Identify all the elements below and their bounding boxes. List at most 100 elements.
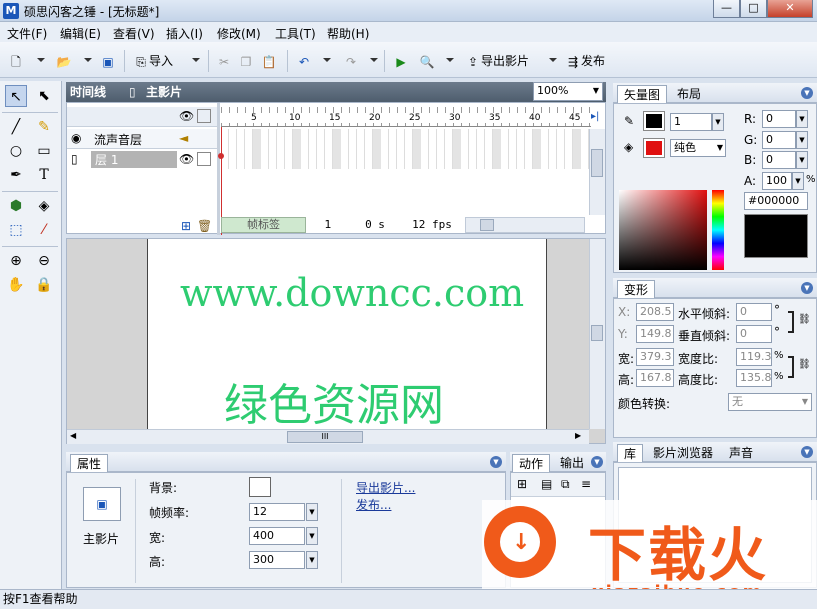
splitter[interactable]: [217, 103, 220, 235]
scroll-right-icon[interactable]: ▶: [575, 431, 581, 440]
stage-canvas[interactable]: www.downcc.com 绿色资源网: [147, 239, 547, 431]
panel-menu-icon[interactable]: ▼: [801, 87, 813, 99]
publish-link[interactable]: 发布...: [356, 496, 391, 513]
debug-icon[interactable]: ⧉: [561, 477, 570, 492]
preview-icon[interactable]: 🔍: [419, 51, 435, 71]
fps-dropdown-icon[interactable]: ▼: [306, 503, 318, 521]
outline-toggle-icon[interactable]: [197, 152, 211, 166]
vskew-input[interactable]: 0: [736, 325, 772, 343]
zoom-select[interactable]: 100% ▼: [533, 82, 603, 101]
frame-label-field[interactable]: 帧标签: [221, 217, 306, 233]
open-folder-icon[interactable]: 📂: [56, 51, 72, 71]
stage-text-title[interactable]: 绿色资源网: [224, 369, 444, 433]
height-ratio-input[interactable]: 135.8: [736, 369, 772, 387]
stage-hscrollbar[interactable]: ◀ III ▶: [67, 429, 589, 444]
g-stepper-icon[interactable]: ▼: [796, 131, 808, 149]
tab-properties[interactable]: 属性: [70, 454, 109, 472]
tab-transform[interactable]: 变形: [617, 280, 656, 298]
play-icon[interactable]: ▶: [393, 51, 409, 71]
pencil-tool-icon[interactable]: ✎: [33, 116, 55, 138]
menu-help[interactable]: 帮助(H): [327, 25, 369, 42]
fill-color-swatch[interactable]: [643, 138, 665, 158]
menu-insert[interactable]: 插入(I): [166, 25, 203, 42]
outline-toggle-icon[interactable]: [197, 109, 211, 123]
line-tool-icon[interactable]: ╱: [5, 116, 27, 138]
copy-icon[interactable]: ❐: [238, 51, 254, 71]
width-input[interactable]: 400: [249, 527, 305, 545]
tab-layout[interactable]: 布局: [671, 85, 707, 103]
g-input[interactable]: 0: [762, 131, 796, 149]
alpha-input[interactable]: 100: [762, 172, 792, 190]
new-dropdown-icon[interactable]: [37, 58, 45, 62]
stroke-width-dropdown-icon[interactable]: ▼: [712, 113, 724, 131]
x-input[interactable]: 208.5: [636, 303, 674, 321]
menu-modify[interactable]: 修改(M): [217, 25, 261, 42]
undo-icon[interactable]: ↶: [296, 51, 312, 71]
stroke-color-swatch[interactable]: [643, 111, 665, 131]
eyedropper-tool-icon[interactable]: ⁄: [33, 219, 55, 241]
panel-menu-icon[interactable]: ▼: [591, 456, 603, 468]
publish-button[interactable]: ⇶ 发布: [565, 51, 605, 71]
zoom-in-icon[interactable]: ⊕: [5, 250, 27, 272]
menu-file[interactable]: 文件(F): [7, 25, 47, 42]
tab-action[interactable]: 动作: [512, 454, 551, 472]
save-icon[interactable]: ▣: [100, 51, 116, 71]
rectangle-tool-icon[interactable]: ▭: [33, 140, 55, 162]
preview-dropdown-icon[interactable]: [446, 58, 454, 62]
fill-type-select[interactable]: 纯色 ▼: [670, 139, 726, 157]
paint-bucket-tool-icon[interactable]: ◈: [33, 195, 55, 217]
scroll-thumb[interactable]: [591, 149, 603, 177]
transform-tool-icon[interactable]: ⬚: [5, 219, 27, 241]
undo-dropdown-icon[interactable]: [323, 58, 331, 62]
layer-row[interactable]: ▯ 层 1 👁: [67, 151, 217, 169]
link-icon[interactable]: ⛓: [798, 314, 811, 325]
tab-output[interactable]: 输出: [554, 454, 590, 472]
hue-slider[interactable]: [712, 190, 724, 270]
color-picker-area[interactable]: [619, 190, 707, 270]
arrow-tool-icon[interactable]: ↖: [5, 85, 27, 107]
scroll-thumb[interactable]: [591, 325, 603, 341]
timeline-menu-icon[interactable]: ▸|: [591, 111, 599, 122]
menu-view[interactable]: 查看(V): [113, 25, 155, 42]
eye-icon[interactable]: 👁: [179, 109, 194, 123]
r-input[interactable]: 0: [762, 110, 796, 128]
panel-menu-icon[interactable]: ▼: [490, 456, 502, 468]
redo-icon[interactable]: ↷: [343, 51, 359, 71]
tab-library[interactable]: 库: [617, 444, 644, 462]
panel-menu-icon[interactable]: ▼: [801, 446, 813, 458]
height-stepper-icon[interactable]: ▼: [306, 551, 318, 569]
panel-menu-icon[interactable]: ▼: [801, 282, 813, 294]
width-input[interactable]: 379.3: [636, 348, 674, 366]
ink-bottle-tool-icon[interactable]: ⬢: [5, 195, 27, 217]
width-ratio-input[interactable]: 119.3: [736, 348, 772, 366]
alpha-stepper-icon[interactable]: ▼: [792, 172, 804, 190]
redo-dropdown-icon[interactable]: [370, 58, 378, 62]
import-dropdown-icon[interactable]: [192, 58, 200, 62]
height-input[interactable]: 167.8: [636, 369, 674, 387]
stroke-width-input[interactable]: 1: [670, 113, 712, 131]
hand-tool-icon[interactable]: ✋: [5, 274, 27, 296]
tab-movie-explorer[interactable]: 影片浏览器: [647, 444, 719, 462]
format-icon[interactable]: ≡: [581, 477, 591, 491]
color-transform-select[interactable]: 无 ▼: [728, 393, 812, 411]
add-action-icon[interactable]: ⊞: [517, 477, 527, 491]
tab-sound[interactable]: 声音: [723, 444, 759, 462]
text-tool-icon[interactable]: T: [33, 164, 55, 186]
open-dropdown-icon[interactable]: [84, 58, 92, 62]
paste-icon[interactable]: 📋: [261, 51, 277, 71]
pen-tool-icon[interactable]: ✒: [5, 164, 27, 186]
menu-tools[interactable]: 工具(T): [275, 25, 316, 42]
b-stepper-icon[interactable]: ▼: [796, 151, 808, 169]
close-button[interactable]: ✕: [767, 0, 813, 18]
script-icon[interactable]: ▤: [541, 477, 552, 491]
scene-name[interactable]: 主影片: [146, 82, 182, 102]
subselect-tool-icon[interactable]: ⬉: [33, 85, 55, 107]
delete-layer-icon[interactable]: 🗑: [197, 219, 212, 233]
hskew-input[interactable]: 0: [736, 303, 772, 321]
timeline-vscrollbar[interactable]: [589, 129, 605, 215]
keyframe-dot[interactable]: [218, 153, 224, 159]
zoom-out-icon[interactable]: ⊖: [33, 250, 55, 272]
export-movie-button[interactable]: ⇪ 导出影片: [465, 51, 529, 71]
maximize-button[interactable]: □: [740, 0, 767, 18]
link-icon[interactable]: ⛓: [798, 359, 811, 370]
